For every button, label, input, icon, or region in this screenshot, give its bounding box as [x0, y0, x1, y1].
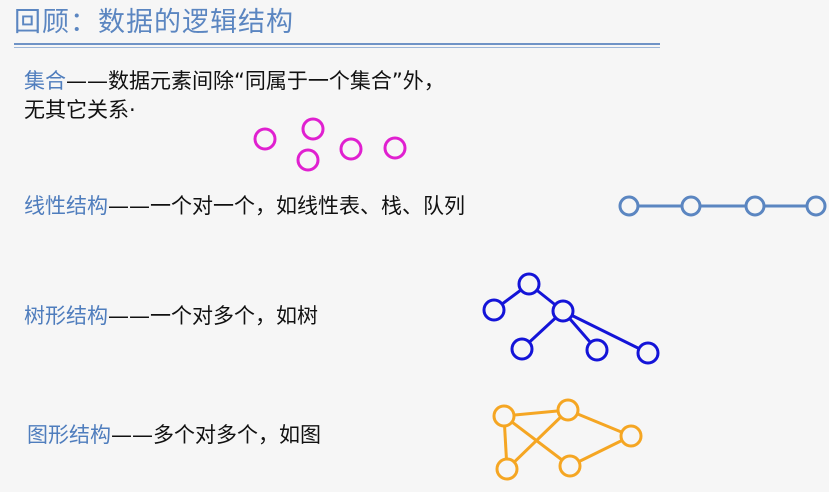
- graph-node: [495, 457, 519, 481]
- set-diagram: [253, 117, 407, 172]
- set-node: [383, 136, 407, 160]
- tree-diagram: [482, 272, 660, 365]
- tree-node: [551, 299, 575, 323]
- set-node: [296, 148, 320, 172]
- set-node: [339, 137, 363, 161]
- tree-node: [636, 341, 660, 365]
- structure-diagrams: [253, 117, 827, 481]
- linear-node: [805, 195, 827, 217]
- graph-node: [556, 398, 580, 422]
- linear-node: [680, 195, 702, 217]
- graph-node: [558, 454, 582, 478]
- slide: 回顾：数据的逻辑结构 集合——数据元素间除“同属于一个集合”外， 无其它关系· …: [0, 0, 829, 492]
- graph-diagram: [492, 398, 643, 481]
- tree-node: [517, 272, 541, 296]
- set-node: [253, 127, 277, 151]
- graph-edge: [505, 408, 570, 471]
- tree-node: [510, 337, 534, 361]
- linear-node: [618, 195, 640, 217]
- linear-node: [744, 195, 766, 217]
- tree-node: [585, 338, 609, 362]
- graph-node: [492, 404, 516, 428]
- set-node: [301, 117, 325, 141]
- tree-node: [482, 298, 506, 322]
- graph-node: [619, 424, 643, 448]
- linear-diagram: [618, 195, 827, 217]
